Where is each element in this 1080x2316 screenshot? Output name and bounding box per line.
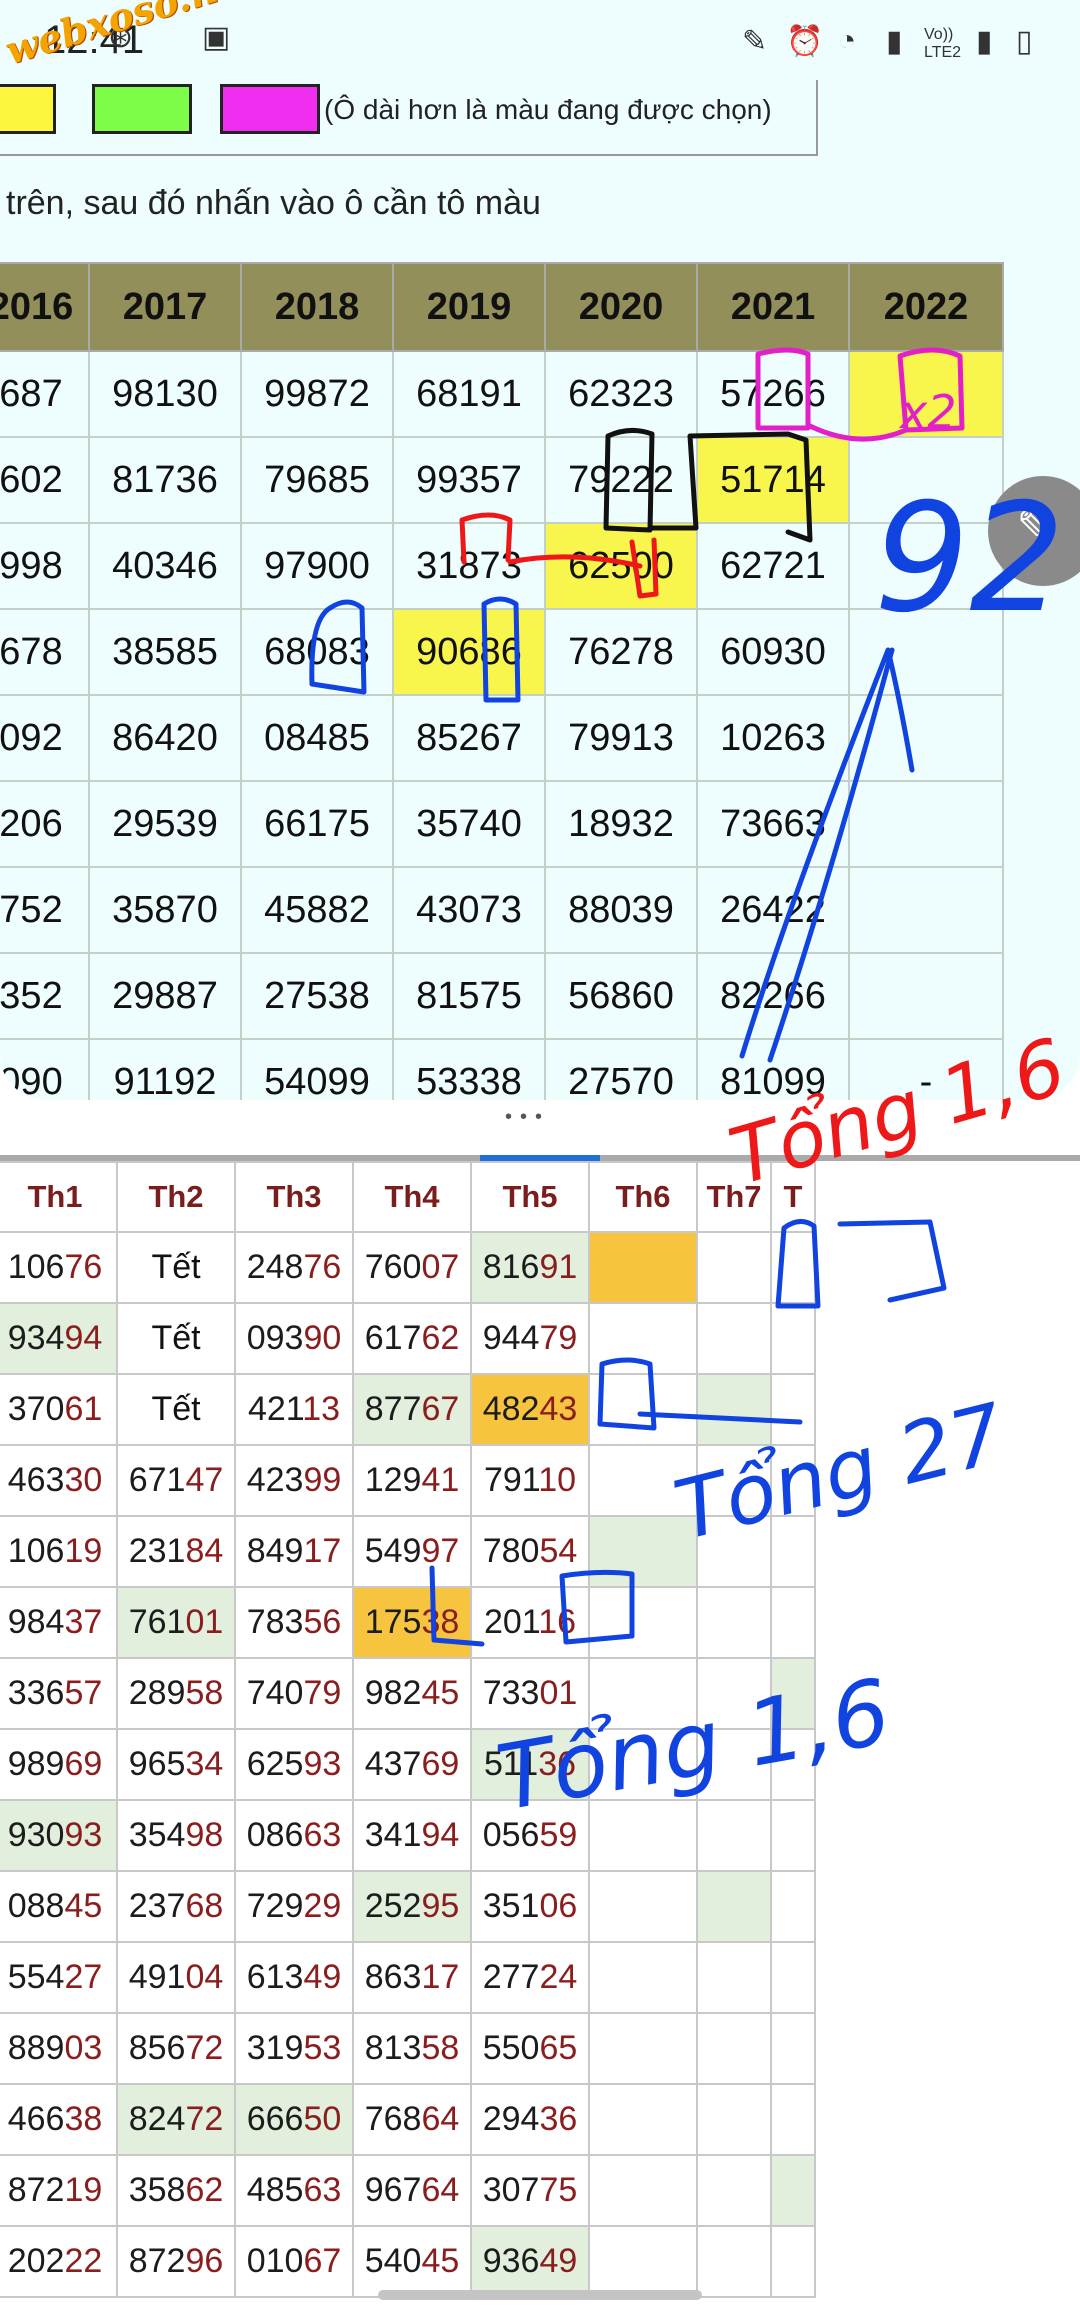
tong-2-note: Tổng 27	[666, 1386, 1014, 1559]
blue-arrow	[739, 647, 915, 1063]
tong-3-note: Tổng 1,6	[490, 1660, 898, 1832]
black-marks	[603, 428, 813, 543]
blue-marks	[309, 596, 521, 703]
big-92-note: 92	[874, 472, 1065, 646]
handwritten-annotations: x2 92 Tổng 1,6 Tổng 27 Tổng 1,6	[309, 347, 1075, 1832]
home-gesture-bar[interactable]	[378, 2290, 702, 2300]
x2-note: x2	[898, 385, 957, 439]
